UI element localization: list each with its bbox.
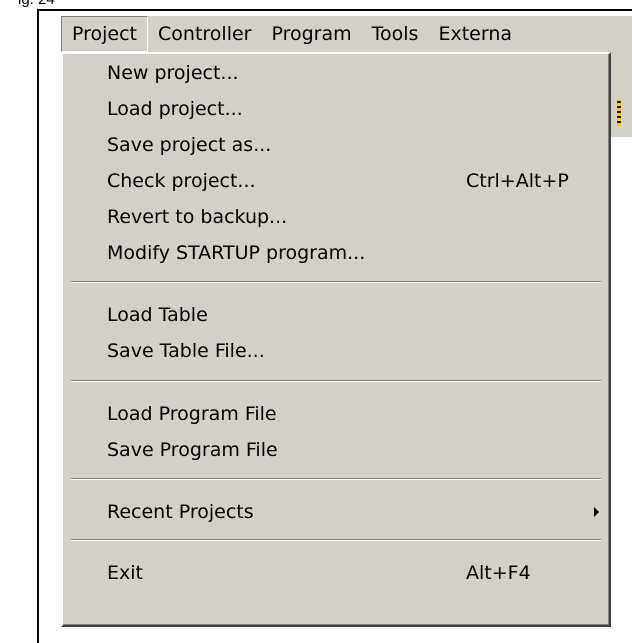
- menu-project[interactable]: Project: [61, 16, 149, 52]
- menu-item-modify-startup-program[interactable]: Modify STARTUP program...: [63, 236, 609, 270]
- menu-item-load-project[interactable]: Load project...: [63, 92, 609, 126]
- menu-controller[interactable]: Controller: [148, 16, 261, 52]
- menu-item-label: Revert to backup...: [107, 206, 288, 228]
- project-dropdown-menu: New project... Load project... Save proj…: [61, 52, 611, 627]
- menu-tools[interactable]: Tools: [362, 16, 429, 52]
- application-window: Project Controller Program Tools Externa…: [37, 9, 632, 643]
- submenu-arrow-icon: [594, 507, 599, 517]
- toolbar-marker-icon: [617, 100, 621, 126]
- menu-item-label: Load Program File: [107, 403, 277, 425]
- menu-item-load-table[interactable]: Load Table: [63, 298, 609, 332]
- menu-item-shortcut: Ctrl+Alt+P: [466, 170, 569, 192]
- menu-item-label: Recent Projects: [107, 501, 254, 523]
- menu-item-label: New project...: [107, 62, 239, 84]
- menu-item-check-project[interactable]: Check project... Ctrl+Alt+P: [63, 164, 609, 198]
- menu-bar: Project Controller Program Tools Externa: [61, 16, 632, 52]
- menu-separator: [71, 380, 601, 382]
- menu-external[interactable]: Externa: [428, 16, 522, 52]
- figure-label: ig. 24: [18, 0, 55, 8]
- menu-item-save-project-as[interactable]: Save project as...: [63, 128, 609, 162]
- menu-item-load-program-file[interactable]: Load Program File: [63, 397, 609, 431]
- menu-program[interactable]: Program: [261, 16, 361, 52]
- menu-item-label: Load Table: [107, 304, 208, 326]
- menu-item-label: Save Program File: [107, 439, 278, 461]
- menu-item-label: Modify STARTUP program...: [107, 242, 366, 264]
- menu-separator: [71, 478, 601, 480]
- menu-item-save-table-file[interactable]: Save Table File...: [63, 334, 609, 368]
- menu-item-shortcut: Alt+F4: [466, 562, 531, 584]
- menu-item-label: Load project...: [107, 98, 243, 120]
- menu-item-recent-projects[interactable]: Recent Projects: [63, 495, 609, 529]
- menu-item-label: Save project as...: [107, 134, 272, 156]
- menu-item-new-project[interactable]: New project...: [63, 56, 609, 90]
- menu-item-save-program-file[interactable]: Save Program File: [63, 433, 609, 467]
- menu-separator: [71, 539, 601, 541]
- menu-item-label: Save Table File...: [107, 340, 265, 362]
- menu-item-exit[interactable]: Exit Alt+F4: [63, 556, 609, 590]
- menu-item-label: Check project...: [107, 170, 256, 192]
- menu-item-revert-to-backup[interactable]: Revert to backup...: [63, 200, 609, 234]
- background-toolbar: [611, 52, 632, 137]
- menu-item-label: Exit: [107, 562, 143, 584]
- menu-separator: [71, 281, 601, 283]
